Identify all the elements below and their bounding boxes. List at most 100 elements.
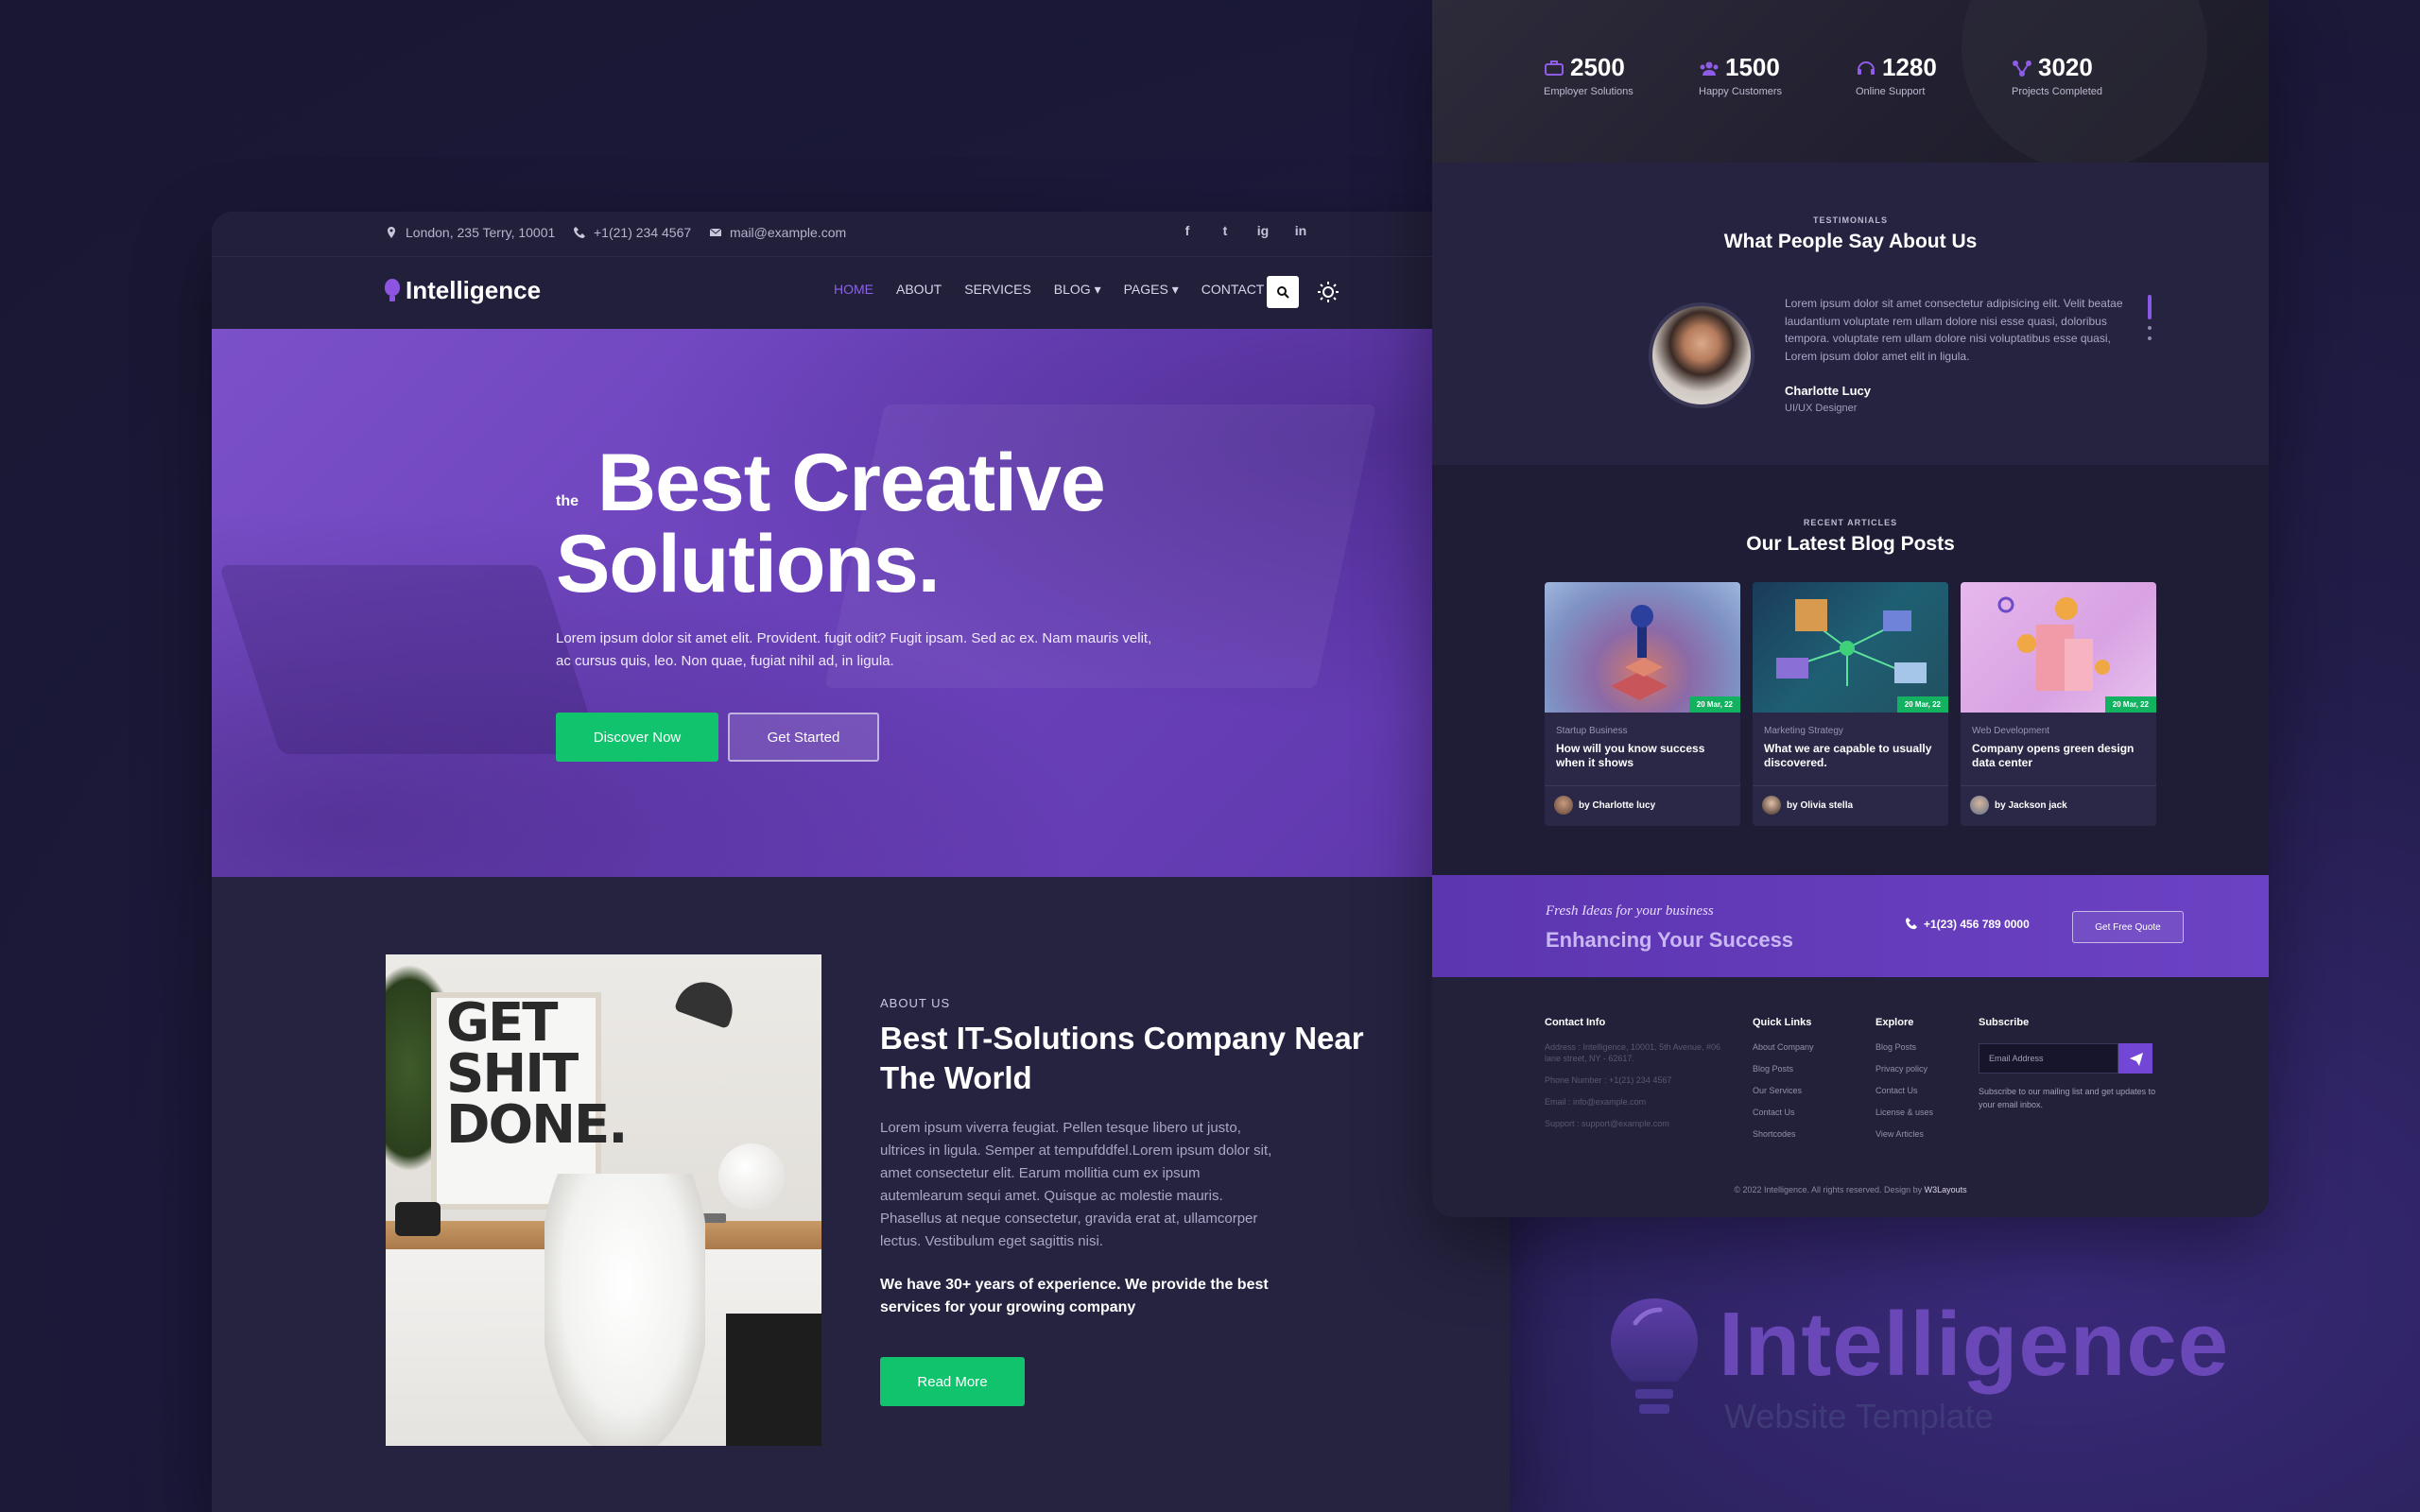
users-icon [1700, 61, 1719, 76]
subscribe-email-input[interactable]: Email Address [1979, 1043, 2118, 1074]
author-name[interactable]: by Olivia stella [1787, 800, 1853, 811]
footer-link[interactable]: Blog Posts [1753, 1063, 1814, 1074]
blog-category[interactable]: Startup Business [1556, 726, 1740, 736]
about-text: Lorem ipsum viverra feugiat. Pellen tesq… [880, 1120, 1272, 1249]
footer-contact-email: Email : info@example.com [1545, 1097, 1647, 1107]
nav-about[interactable]: ABOUT [896, 282, 942, 298]
linkedin-icon[interactable]: in [1292, 223, 1309, 238]
author-name[interactable]: by Charlotte lucy [1579, 800, 1655, 811]
hero-title-line2: Solutions. [556, 519, 941, 610]
nav-contact[interactable]: CONTACT [1201, 282, 1265, 298]
blog-date: 20 Mar, 22 [1896, 696, 1948, 713]
chevron-down-icon: ▾ [1171, 282, 1179, 297]
lamp-decoration [673, 973, 741, 1030]
social-links: f t ig in [1179, 223, 1309, 238]
cta-tagline: Fresh Ideas for your business [1546, 903, 1714, 919]
read-more-button[interactable]: Read More [880, 1357, 1025, 1406]
instagram-icon[interactable]: ig [1254, 223, 1271, 238]
footer-link[interactable]: View Articles [1876, 1128, 1933, 1140]
footer-link[interactable]: Shortcodes [1753, 1128, 1814, 1140]
nav-blog[interactable]: BLOG ▾ [1054, 282, 1101, 298]
globe-lamp-decoration [718, 1143, 785, 1210]
get-free-quote-button[interactable]: Get Free Quote [2072, 911, 2184, 943]
slider-dot[interactable] [2148, 326, 2152, 330]
phone-info[interactable]: +1(21) 234 4567 [573, 225, 691, 240]
nav-pages[interactable]: PAGES ▾ [1124, 282, 1179, 298]
homepage-mockup: London, 235 Terry, 10001 +1(21) 234 4567… [212, 212, 1510, 1512]
blog-author: by Olivia stella [1762, 796, 1948, 815]
credit-link[interactable]: W3Layouts [1925, 1185, 1967, 1194]
blog-author: by Jackson jack [1970, 796, 2156, 815]
footer-link[interactable]: Our Services [1753, 1085, 1814, 1096]
sun-icon [1318, 282, 1339, 302]
blog-card[interactable]: 20 Mar, 22 Web Development Company opens… [1961, 582, 2156, 826]
cta-banner: Fresh Ideas for your business Enhancing … [1432, 875, 2269, 977]
footer-heading: Subscribe [1979, 1017, 2030, 1028]
slider-dot-active[interactable] [2148, 295, 2152, 319]
footer-link[interactable]: Blog Posts [1876, 1041, 1933, 1053]
bin-decoration [726, 1314, 821, 1446]
stat-number: 2500 [1570, 53, 1625, 81]
subscribe-button[interactable] [2118, 1043, 2152, 1074]
get-started-button[interactable]: Get Started [728, 713, 879, 762]
cta-headline: Enhancing Your Success [1546, 928, 1794, 952]
search-button[interactable] [1267, 276, 1299, 308]
network-illustration [1776, 599, 1927, 686]
chair-decoration [544, 1174, 705, 1446]
discover-now-button[interactable]: Discover Now [556, 713, 718, 762]
address-text: London, 235 Terry, 10001 [406, 225, 556, 240]
headset-icon [1858, 60, 1875, 75]
testimonial-role: UI/UX Designer [1785, 403, 1858, 414]
testimonial-name: Charlotte Lucy [1785, 384, 1872, 398]
author-name[interactable]: by Jackson jack [1995, 800, 2067, 811]
blog-card[interactable]: 20 Mar, 22 Marketing Strategy What we ar… [1753, 582, 1948, 826]
blog-category[interactable]: Marketing Strategy [1764, 726, 1948, 736]
stat-item: 1500 Happy Customers [1699, 53, 1782, 97]
hero-the-label: the [556, 493, 579, 509]
blog-image: 20 Mar, 22 [1961, 582, 2156, 713]
blog-post-title[interactable]: What we are capable to usually discovere… [1764, 742, 1937, 770]
footer-link[interactable]: Contact Us [1876, 1085, 1933, 1096]
email-info[interactable]: mail@example.com [709, 225, 846, 240]
site-logo[interactable]: Intelligence [385, 276, 541, 305]
blog-post-title[interactable]: How will you know success when it shows [1556, 742, 1729, 770]
stat-number: 3020 [2038, 53, 2093, 81]
facebook-icon[interactable]: f [1179, 223, 1196, 238]
copyright: © 2022 Intelligence. All rights reserved… [1432, 1185, 2269, 1194]
bulb-icon [1611, 1298, 1698, 1414]
briefcase-icon [1545, 60, 1564, 76]
theme-toggle[interactable] [1314, 278, 1342, 306]
about-highlight: We have 30+ years of experience. We prov… [880, 1277, 1269, 1315]
brand-subtitle: Website Template [1724, 1397, 1994, 1435]
footer-link[interactable]: Contact Us [1753, 1107, 1814, 1118]
logo-text: Intelligence [406, 276, 542, 304]
blog-category[interactable]: Web Development [1972, 726, 2156, 736]
hero-section: Best Creative Solutions. the Lorem ipsum… [212, 329, 1510, 877]
blog-section: RECENT ARTICLES Our Latest Blog Posts 20… [1432, 465, 2269, 875]
footer-contact-address: Address : Intelligence, 10001, 5th Avenu… [1545, 1042, 1720, 1063]
blog-image: 20 Mar, 22 [1545, 582, 1740, 713]
footer-link[interactable]: About Company [1753, 1041, 1814, 1053]
blog-card[interactable]: 20 Mar, 22 Startup Business How will you… [1545, 582, 1740, 826]
hero-title-line1: Best Creative [597, 438, 1106, 528]
divider [1545, 785, 1740, 786]
nav-pages-label: PAGES [1123, 282, 1168, 297]
poster-line: GET [446, 992, 558, 1054]
avatar [1970, 796, 1989, 815]
nav-home[interactable]: HOME [834, 282, 873, 298]
stat-item: 1280 Online Support [1856, 53, 1937, 97]
twitter-icon[interactable]: t [1217, 223, 1234, 238]
phone-icon [1906, 918, 1917, 930]
stat-label: Employer Solutions [1544, 86, 1634, 97]
search-icon [1277, 286, 1289, 299]
footer-contact: Contact Info Address : Intelligence, 100… [1545, 1017, 1734, 1140]
stat-label: Online Support [1856, 86, 1926, 97]
nav-services[interactable]: SERVICES [964, 282, 1031, 298]
footer-link[interactable]: License & uses [1876, 1107, 1933, 1118]
footer-link[interactable]: Privacy policy [1876, 1063, 1933, 1074]
blog-post-title[interactable]: Company opens green design data center [1972, 742, 2145, 770]
cta-phone[interactable]: +1(23) 456 789 0000 [1905, 917, 2030, 932]
avatar [1649, 302, 1754, 408]
slider-dot[interactable] [2148, 336, 2152, 340]
stat-label: Happy Customers [1699, 86, 1783, 97]
